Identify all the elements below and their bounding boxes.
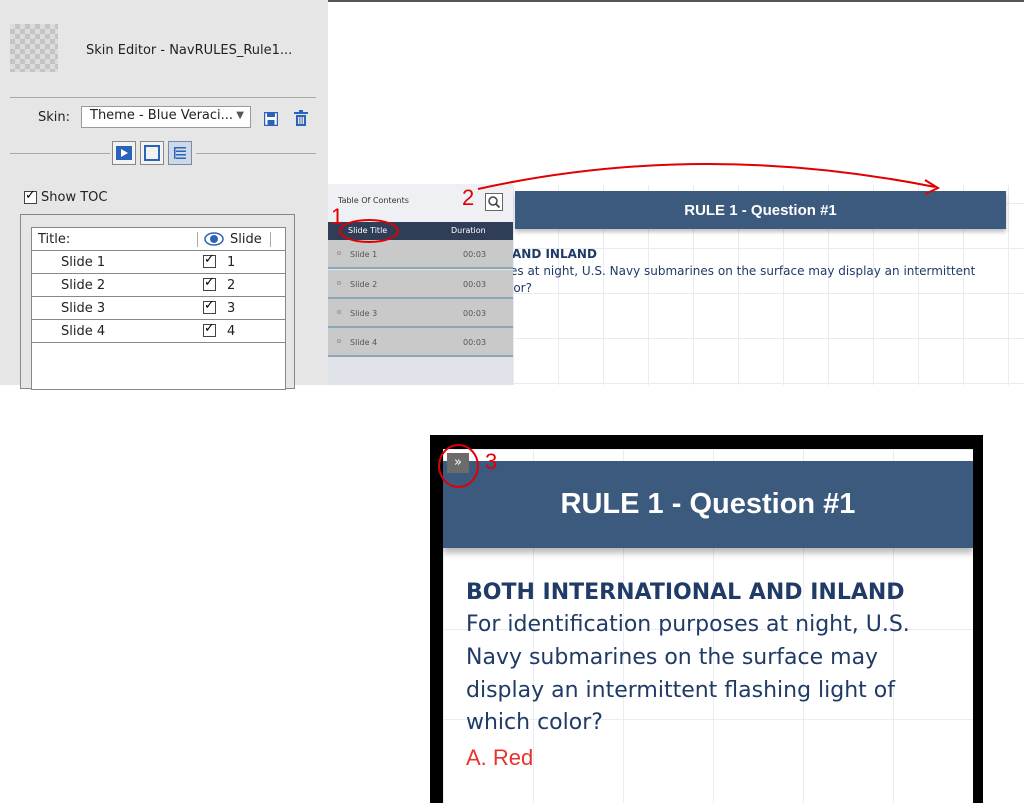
row-slide-number: 4 — [227, 324, 236, 339]
toc-preview-panel: Table Of Contents Slide Title Duration S… — [328, 184, 513, 385]
bullet-icon — [337, 339, 341, 343]
toc-item-title: Slide 1 — [350, 250, 378, 259]
skin-editor-title: Skin Editor - NavRULES_Rule1... — [86, 43, 293, 58]
skin-editor-panel: Skin Editor - NavRULES_Rule1... Skin: Th… — [0, 0, 328, 390]
skin-dropdown-value: Theme - Blue Veraci... — [90, 108, 234, 123]
annotation-marker-2: 2 — [462, 185, 475, 210]
row-title: Slide 3 — [61, 301, 106, 316]
show-toc-label: Show TOC — [41, 190, 108, 205]
toc-search-button[interactable] — [485, 193, 503, 211]
question-text: es at night, U.S. Navy submarines on the… — [513, 264, 976, 278]
slide-title: RULE 1 - Question #1 — [560, 488, 856, 520]
table-row[interactable]: Slide 2 2 — [32, 274, 285, 297]
annotation-ellipse-1 — [339, 219, 399, 243]
divider — [196, 153, 316, 154]
annotation-ellipse-3 — [438, 444, 479, 488]
skin-thumbnail — [10, 24, 58, 72]
toc-item[interactable]: Slide 2 00:03 — [328, 270, 513, 299]
toc-item[interactable]: Slide 1 00:03 — [328, 240, 513, 269]
slide-title: RULE 1 - Question #1 — [684, 202, 837, 219]
border-square-icon — [144, 145, 160, 161]
bullet-icon — [337, 251, 341, 255]
bullet-icon — [337, 281, 341, 285]
show-toc-checkbox[interactable]: Show TOC — [24, 188, 108, 205]
toc-item-title: Slide 4 — [350, 338, 378, 347]
visibility-checkbox[interactable] — [203, 321, 216, 337]
chevron-down-icon: ▼ — [236, 110, 244, 121]
visibility-checkbox[interactable] — [203, 298, 216, 314]
eye-icon — [204, 232, 224, 246]
slide-banner: RULE 1 - Question #1 — [443, 461, 973, 548]
skin-label: Skin: — [38, 110, 71, 125]
visibility-checkbox[interactable] — [203, 252, 216, 268]
bullet-icon — [337, 310, 341, 314]
question-text: display an intermittent flashing light o… — [466, 678, 896, 703]
toc-item[interactable]: Slide 3 00:03 — [328, 299, 513, 328]
slide-preview-small: RULE 1 - Question #1 AND INLAND es at ni… — [513, 185, 1024, 385]
annotation-marker-3: 3 — [485, 449, 498, 474]
toc-title: Table Of Contents — [338, 196, 409, 205]
question-text: Navy submarines on the surface may — [466, 645, 879, 670]
save-icon[interactable] — [264, 112, 278, 126]
divider — [10, 97, 316, 98]
playbar-mode-button[interactable] — [112, 141, 136, 165]
row-title: Slide 2 — [61, 278, 106, 293]
table-row[interactable]: Slide 1 1 — [32, 251, 285, 274]
visibility-checkbox[interactable] — [203, 275, 216, 291]
row-slide-number: 2 — [227, 278, 236, 293]
skin-dropdown[interactable]: Theme - Blue Veraci... ▼ — [81, 106, 251, 128]
header-slide: Slide — [230, 232, 262, 247]
toc-mode-button[interactable] — [168, 141, 192, 165]
toc-item-duration: 00:03 — [463, 280, 487, 289]
row-title: Slide 4 — [61, 324, 106, 339]
toc-item-title: Slide 3 — [350, 309, 378, 318]
table-row[interactable]: Slide 4 4 — [32, 320, 285, 343]
slide-banner: RULE 1 - Question #1 — [515, 191, 1006, 229]
borders-mode-button[interactable] — [140, 141, 164, 165]
question-text: lor? — [513, 281, 532, 295]
toc-item-duration: 00:03 — [463, 309, 487, 318]
play-icon — [116, 146, 132, 160]
question-text: which color? — [466, 710, 603, 735]
toc-header: Table Of Contents — [328, 184, 513, 222]
trash-icon[interactable] — [294, 110, 308, 126]
toc-list-icon — [174, 147, 186, 159]
col-duration: Duration — [451, 226, 486, 235]
answer-option[interactable]: A. Red — [466, 745, 533, 771]
row-slide-number: 1 — [227, 255, 236, 270]
table-row[interactable]: Slide 3 3 — [32, 297, 285, 320]
toc-entries-table: Title: Slide Slide 1 1 Slide 2 2 S — [31, 227, 286, 390]
header-title: Title: — [38, 232, 71, 247]
annotation-marker-1: 1 — [331, 204, 344, 229]
divider — [10, 153, 110, 154]
toc-item-duration: 00:03 — [463, 250, 487, 259]
row-title: Slide 1 — [61, 255, 106, 270]
search-icon — [488, 196, 501, 209]
question-text: For identification purposes at night, U.… — [466, 612, 910, 637]
toc-item-title: Slide 2 — [350, 280, 378, 289]
toc-settings-box: Title: Slide Slide 1 1 Slide 2 2 S — [20, 214, 295, 390]
toc-item-duration: 00:03 — [463, 338, 487, 347]
checkbox-checked-icon — [24, 188, 37, 204]
table-header: Title: Slide — [32, 228, 285, 251]
row-slide-number: 3 — [227, 301, 236, 316]
question-heading: AND INLAND — [513, 247, 597, 261]
toc-item[interactable]: Slide 4 00:03 — [328, 328, 513, 357]
question-heading: BOTH INTERNATIONAL AND INLAND — [466, 580, 905, 605]
